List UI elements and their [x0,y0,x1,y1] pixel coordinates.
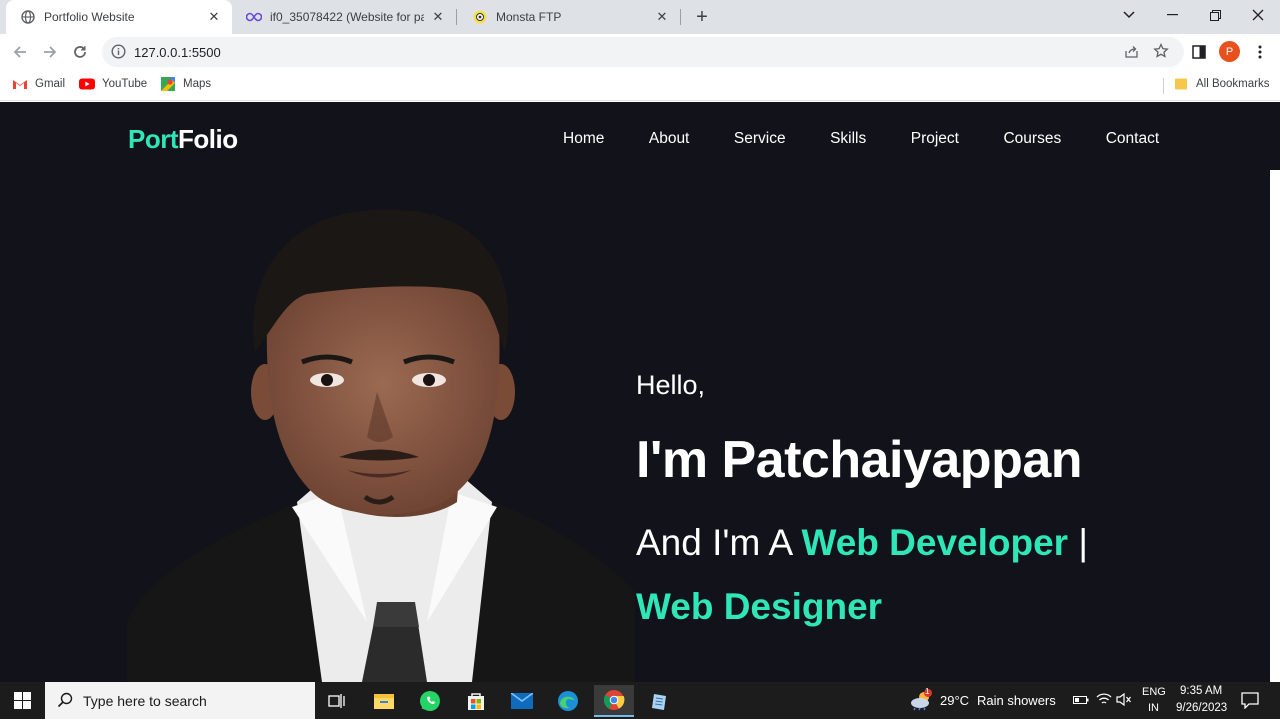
youtube-icon [79,77,95,91]
tab-monsta-ftp[interactable]: Monsta FTP ✕ [458,0,680,34]
microsoft-store-icon[interactable] [456,685,496,717]
nav-contact[interactable]: Contact [1106,130,1159,148]
weather-desc[interactable]: Rain showers [977,693,1056,708]
bookmark-star-icon[interactable] [1153,42,1169,64]
infinity-icon [246,9,262,25]
close-tab-icon[interactable]: ✕ [654,9,670,25]
tab-title: Portfolio Website [44,10,135,24]
tab-strip: Portfolio Website ✕ if0_35078422 (Websit… [0,0,1280,34]
globe-icon [20,9,36,25]
portfolio-page: PortFolio Home About Service Skills Proj… [0,102,1280,682]
nav-about[interactable]: About [649,130,690,148]
hero-intro-text: And I'm A [636,522,802,563]
maps-icon [160,77,176,91]
side-panel-icon[interactable] [1187,40,1211,64]
bookmarks-bar: Gmail YouTube Maps All Bookmarks [0,70,1280,101]
weather-temp[interactable]: 29°C [940,693,969,708]
windows-logo-icon [14,692,31,709]
search-placeholder: Type here to search [83,693,207,709]
profile-avatar[interactable]: P [1219,41,1240,62]
main-nav: Home About Service Skills Project Course… [563,130,1159,148]
nav-courses[interactable]: Courses [1003,130,1061,148]
tab-title: Monsta FTP [496,10,562,24]
hero-role-web-designer: Web Designer [636,586,883,627]
new-tab-button[interactable]: + [690,5,714,29]
close-window-button[interactable] [1236,0,1280,30]
reload-button[interactable] [68,40,92,64]
chrome-icon[interactable] [594,685,634,717]
logo-part-folio: Folio [178,124,238,154]
page-scrollbar[interactable] [1270,170,1280,682]
bookmark-label: YouTube [102,78,148,90]
logo-part-port: Port [128,124,179,154]
close-tab-icon[interactable]: ✕ [430,9,446,25]
hero-greeting: Hello, [636,370,706,400]
notification-center-icon[interactable] [1241,691,1259,712]
weather-icon[interactable]: 1 [910,687,934,714]
bookmark-label: Gmail [35,78,66,90]
browser-toolbar: 127.0.0.1:5500 P [0,34,1280,70]
volume-muted-icon[interactable] [1116,692,1132,709]
start-button[interactable] [0,682,45,719]
close-tab-icon[interactable]: ✕ [206,9,222,25]
restore-button[interactable] [1193,0,1237,30]
url-text[interactable]: 127.0.0.1:5500 [134,45,221,60]
menu-kebab-icon[interactable] [1248,40,1272,64]
hero-name: I'm Patchaiyappan [636,431,1083,489]
notepad-icon[interactable] [640,685,680,717]
bookmark-maps[interactable]: Maps [160,77,211,91]
bookmarks-divider [1163,78,1164,94]
tab-hosting[interactable]: if0_35078422 (Website for patch ✕ [232,0,456,34]
gmail-icon [12,77,28,91]
tab-search-icon[interactable] [1107,0,1151,30]
profile-photo [127,209,635,682]
minimize-button[interactable] [1150,0,1194,30]
mail-icon[interactable] [502,685,542,717]
battery-icon[interactable] [1073,694,1089,708]
folder-icon [1173,77,1189,91]
clock-date[interactable]: 9/26/2023 [1176,702,1227,714]
edge-icon[interactable] [548,685,588,717]
forward-button[interactable] [38,40,62,64]
back-button[interactable] [8,40,32,64]
monsta-icon [472,9,488,25]
site-logo[interactable]: PortFolio [128,124,238,155]
tab-portfolio[interactable]: Portfolio Website ✕ [6,0,232,34]
bookmark-youtube[interactable]: YouTube [79,77,147,91]
tab-divider [456,9,457,25]
hero-intro-line: And I'm A Web Developer | [636,522,1088,564]
nav-skills[interactable]: Skills [830,130,866,148]
info-icon[interactable] [111,44,126,64]
tab-divider [680,9,681,25]
all-bookmarks-label: All Bookmarks [1196,78,1270,90]
taskbar-search[interactable]: Type here to search [45,682,315,719]
bookmark-label: Maps [183,78,212,90]
windows-taskbar: Type here to search 1 29°C Rain showers … [0,682,1280,719]
region-indicator[interactable]: IN [1148,702,1159,714]
address-bar[interactable]: 127.0.0.1:5500 [102,37,1184,67]
nav-project[interactable]: Project [911,130,959,148]
typing-cursor: | [1068,522,1088,563]
wifi-icon[interactable] [1096,692,1112,709]
search-icon [57,692,73,713]
whatsapp-icon[interactable] [410,685,450,717]
hero-role-web-developer: Web Developer [801,522,1069,563]
weather-badge: 1 [925,687,930,696]
language-indicator[interactable]: ENG [1142,686,1166,698]
clock-time[interactable]: 9:35 AM [1180,685,1222,697]
share-icon[interactable] [1124,44,1139,64]
task-view-icon[interactable] [317,685,357,717]
file-explorer-icon[interactable] [364,685,404,717]
all-bookmarks-button[interactable]: All Bookmarks [1173,77,1270,91]
bookmark-gmail[interactable]: Gmail [12,77,65,91]
tab-title: if0_35078422 (Website for patch [270,10,424,24]
nav-service[interactable]: Service [734,130,786,148]
nav-home[interactable]: Home [563,130,604,148]
